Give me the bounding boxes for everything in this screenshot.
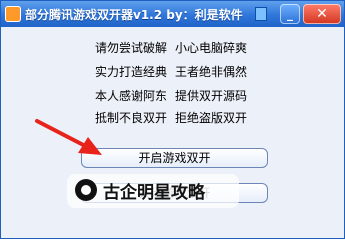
watermark-text: 古企明星攻略 bbox=[103, 183, 205, 203]
watermark-logo-inner bbox=[81, 185, 91, 195]
app-window: 部分腾讯游戏双开器v1.2 by：利是软件 _ ✕ 请勿尝试破解 小心电脑碎爽 … bbox=[0, 0, 345, 239]
